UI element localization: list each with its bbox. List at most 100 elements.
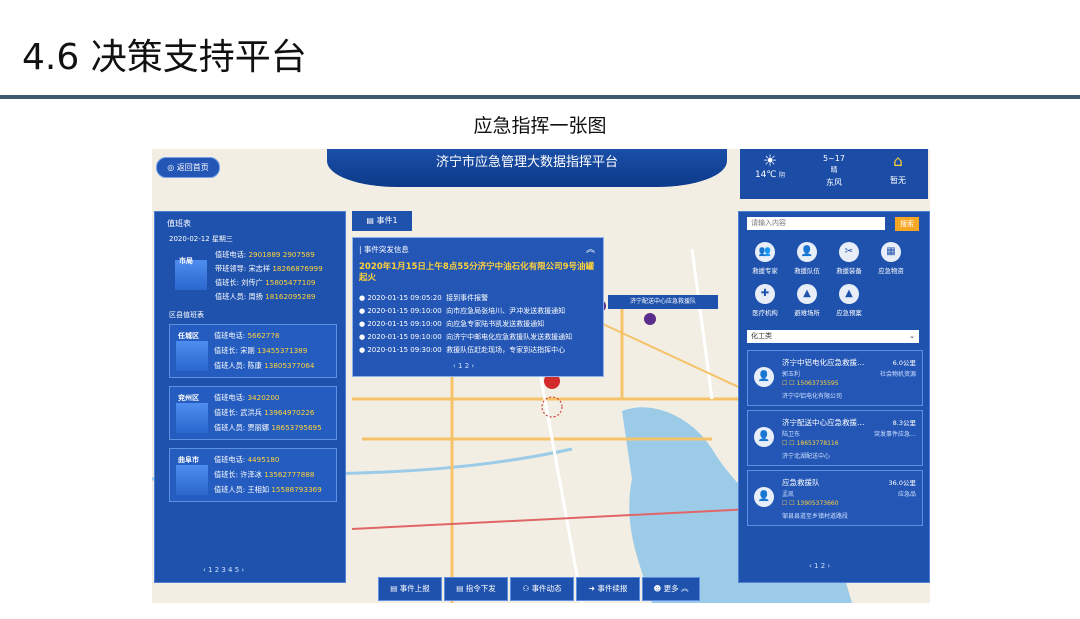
resource-card[interactable]: 👤 应急救援队 36.0公里 孟凯 应急品 ☐ ☐ 13905373660 邹县… bbox=[747, 470, 923, 526]
event-pagination[interactable]: ‹ 1 2 › bbox=[453, 362, 474, 370]
event-dynamic-button[interactable]: ⚇ 事件动态 bbox=[510, 577, 574, 601]
resource-pagination[interactable]: ‹ 1 2 › bbox=[809, 562, 830, 570]
city-phone-label: 值班电话: bbox=[215, 250, 247, 259]
district-chief-label: 值班长: bbox=[214, 346, 238, 355]
district-staff-label: 值班人员: bbox=[214, 485, 246, 494]
category-select[interactable]: 化工类 ⌄ bbox=[747, 330, 919, 343]
resource-phone-number: 13905373660 bbox=[796, 500, 839, 507]
resource-org: 邹县县道至乡镇村道路段 bbox=[782, 513, 849, 520]
city-staff-label: 值班人员: bbox=[215, 292, 247, 301]
district-phone: 5662778 bbox=[247, 331, 280, 340]
event-headline: 2020年1月15日上午8点55分济宁中油石化有限公司9号油罐起火 bbox=[359, 262, 595, 283]
district-name: 曲阜市 bbox=[178, 456, 199, 464]
city-duty: 市局 值班电话: 2901889 2907589 带班领导: 宋志祥 18266… bbox=[169, 246, 335, 308]
equipment-icon[interactable]: ✂ bbox=[839, 242, 859, 262]
warning-icon: ⌂ bbox=[893, 152, 903, 170]
expert-icon[interactable]: 👥 bbox=[755, 242, 775, 262]
resource-tag: 突发事件应急… bbox=[873, 431, 916, 438]
resource-distance: 6.0公里 bbox=[892, 359, 916, 367]
district-building-icon bbox=[176, 341, 208, 371]
district-staff-label: 值班人员: bbox=[214, 423, 246, 432]
resource-card[interactable]: 👤 济宁配送中心应急救援… 8.3公里 陆卫东 突发事件应急… ☐ ☐ 1865… bbox=[747, 410, 923, 466]
event-header: | 事件突发信息 bbox=[359, 245, 409, 254]
map-resource-tag[interactable]: 济宁配送中心应急救援队 bbox=[608, 295, 718, 309]
city-phone: 2901889 2907589 bbox=[248, 250, 315, 259]
icon-label: 救援队伍 bbox=[794, 267, 820, 275]
weather-alert: 暂无 bbox=[890, 176, 906, 185]
more-button[interactable]: ☻ 更多 ︽ bbox=[642, 577, 700, 601]
report-icon: ▤ bbox=[390, 584, 398, 593]
search-input[interactable] bbox=[747, 217, 885, 230]
district-chief-label: 值班长: bbox=[214, 470, 238, 479]
category-select-value: 化工类 bbox=[751, 332, 772, 340]
weather-condition: 晴 bbox=[830, 166, 838, 174]
district-chief: 许泽冰 bbox=[240, 470, 262, 479]
team-icon[interactable]: 👤 bbox=[797, 242, 817, 262]
report-event-button[interactable]: ▤ 事件上报 bbox=[378, 577, 442, 601]
slide-subtitle: 应急指挥一张图 bbox=[473, 115, 607, 137]
toolbar-label: 事件动态 bbox=[531, 584, 562, 593]
issue-command-button[interactable]: ▤ 指令下发 bbox=[444, 577, 508, 601]
toolbar-label: 指令下发 bbox=[465, 584, 496, 593]
district-chief-phone: 13964970226 bbox=[264, 408, 315, 417]
timeline-time: 2020-01-15 09:30:00 bbox=[367, 346, 442, 354]
icon-label: 应急预案 bbox=[836, 309, 862, 317]
weather-wind: 东风 bbox=[826, 178, 842, 187]
district-building-icon bbox=[176, 403, 208, 433]
continue-icon: ➜ bbox=[588, 584, 595, 593]
event-header-label: 事件突发信息 bbox=[363, 245, 409, 254]
search-button[interactable]: 搜索 bbox=[895, 217, 919, 231]
back-home-button[interactable]: ◎ 返回首页 bbox=[156, 157, 220, 178]
timeline-item: ● 2020-01-15 09:10:00 向市应急局张培川、尹冲发送救援通知 bbox=[359, 307, 566, 315]
shelter-icon[interactable]: ▲ bbox=[797, 284, 817, 304]
back-home-label: 返回首页 bbox=[176, 163, 209, 172]
district-staff-phone: 13805377064 bbox=[264, 361, 315, 370]
city-name: 市局 bbox=[179, 257, 193, 265]
medical-icon[interactable]: ✚ bbox=[755, 284, 775, 304]
icon-label: 医疗机构 bbox=[752, 309, 778, 317]
city-staff: 周扬 bbox=[248, 292, 263, 301]
district-name: 任城区 bbox=[178, 332, 199, 340]
weather-temp-unit: 阴 bbox=[779, 172, 786, 179]
district-card[interactable]: 曲阜市 值班电话: 4495180 值班长: 许泽冰 13562777888 值… bbox=[169, 448, 337, 502]
collapse-icon[interactable]: ︽ bbox=[586, 242, 595, 255]
team-icon: 👤 bbox=[754, 427, 774, 447]
resource-org: 济宁北湖配送中心 bbox=[782, 453, 831, 460]
resource-name: 济宁配送中心应急救援… bbox=[782, 418, 865, 427]
timeline-time: 2020-01-15 09:10:00 bbox=[367, 307, 442, 315]
toolbar-label: 事件续报 bbox=[597, 584, 628, 593]
district-staff-label: 值班人员: bbox=[214, 361, 246, 370]
duty-pagination[interactable]: ‹ 1 2 3 4 5 › bbox=[203, 566, 244, 574]
district-staff: 陈康 bbox=[247, 361, 262, 370]
district-name: 兖州区 bbox=[178, 394, 199, 402]
timeline-time: 2020-01-15 09:10:00 bbox=[367, 320, 442, 328]
tab-event-1[interactable]: ▤ 事件1 bbox=[352, 211, 412, 231]
icon-label: 救援专家 bbox=[752, 267, 778, 275]
continue-report-button[interactable]: ➜ 事件续报 bbox=[576, 577, 640, 601]
supplies-icon[interactable]: ▦ bbox=[881, 242, 901, 262]
dynamic-icon: ⚇ bbox=[522, 584, 530, 593]
district-card[interactable]: 兖州区 值班电话: 3420200 值班长: 武洪兵 13964970226 值… bbox=[169, 386, 337, 440]
resource-card[interactable]: 👤 济宁中铝电化应急救援… 6.0公里 郭玉利 社会物机资源 ☐ ☐ 15063… bbox=[747, 350, 923, 406]
district-card[interactable]: 任城区 值班电话: 5662778 值班长: 宋刚 13455371389 值班… bbox=[169, 324, 337, 378]
district-chief-label: 值班长: bbox=[214, 408, 238, 417]
district-phone-label: 值班电话: bbox=[214, 331, 246, 340]
district-chief-phone: 13455371389 bbox=[256, 346, 308, 355]
command-icon: ▤ bbox=[456, 584, 464, 593]
resource-person: 陆卫东 bbox=[782, 431, 801, 438]
resource-tag: 社会物机资源 bbox=[879, 371, 916, 378]
timeline-item: ● 2020-01-15 09:10:00 向应急专家陆书凯发送救援通知 bbox=[359, 320, 545, 328]
resource-distance: 8.3公里 bbox=[892, 419, 916, 427]
plan-icon[interactable]: ▲ bbox=[839, 284, 859, 304]
resource-distance: 36.0公里 bbox=[888, 479, 916, 487]
slide-title: 4.6 决策支持平台 bbox=[22, 37, 307, 78]
resource-phone-number: 18653778116 bbox=[796, 440, 839, 447]
district-phone: 3420200 bbox=[247, 393, 280, 402]
team-marker bbox=[644, 313, 656, 325]
team-icon: 👤 bbox=[754, 367, 774, 387]
city-chief-phone: 15805477109 bbox=[265, 278, 316, 287]
timeline-item: ● 2020-01-15 09:10:00 向济宁中邮电化应急救援队发送救援通知 bbox=[359, 333, 573, 341]
district-chief: 武洪兵 bbox=[240, 408, 262, 417]
weather-date: 5~17 bbox=[823, 154, 845, 163]
chevron-down-icon: ⌄ bbox=[909, 332, 915, 340]
